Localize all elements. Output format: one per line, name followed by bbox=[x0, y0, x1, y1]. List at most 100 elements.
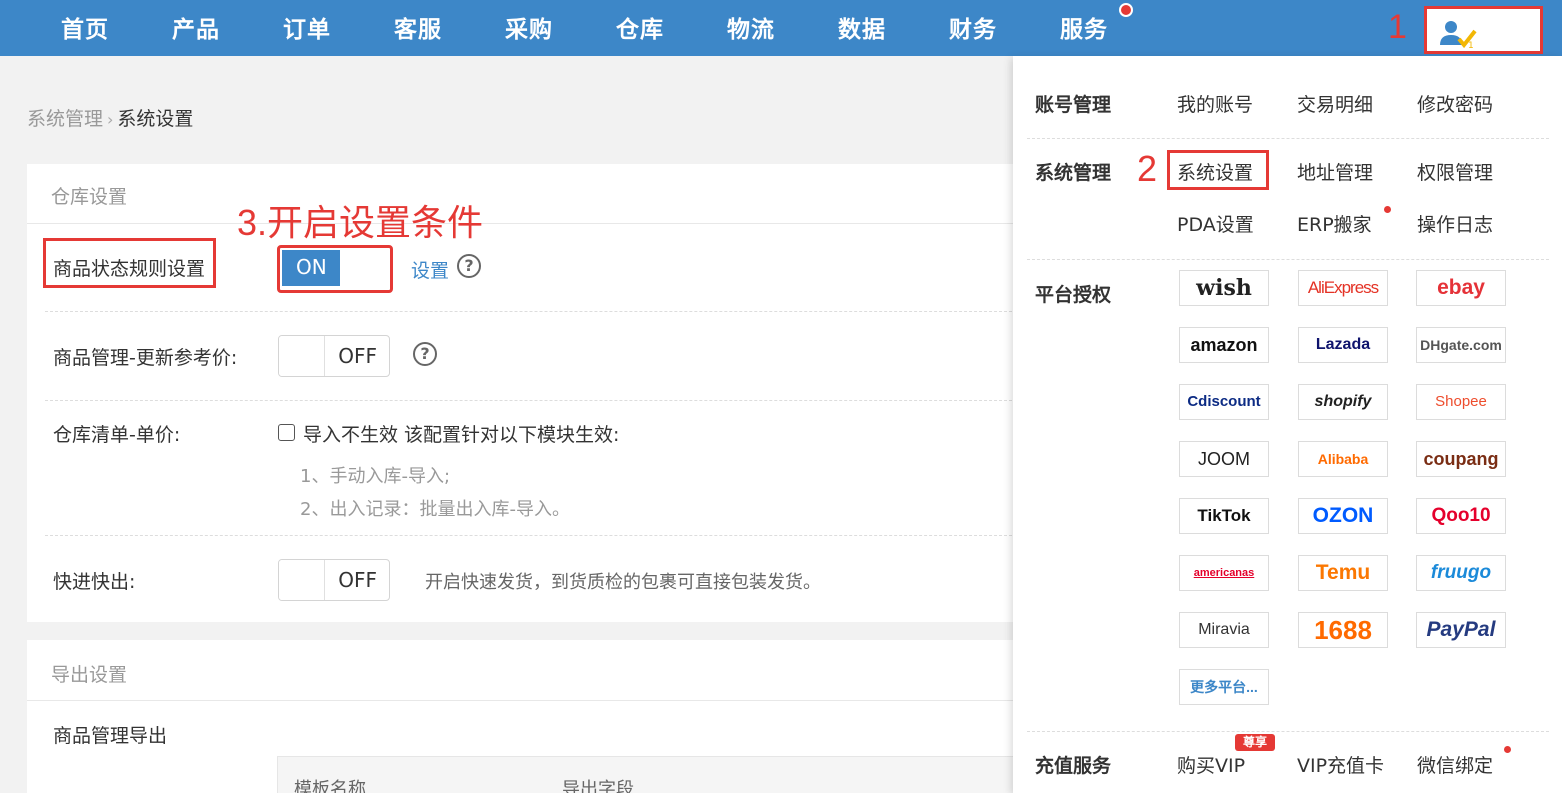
unit-price-label: 仓库清单-单价: bbox=[53, 424, 181, 446]
my-account-link[interactable]: 我的账号 bbox=[1177, 90, 1253, 117]
platform-logo-temu[interactable]: Temu bbox=[1298, 555, 1388, 591]
product-export-label: 商品管理导出 bbox=[53, 725, 168, 747]
address-management-link[interactable]: 地址管理 bbox=[1297, 158, 1373, 185]
platform-logo-joom[interactable]: JOOM bbox=[1179, 441, 1269, 477]
ref-price-label: 商品管理-更新参考价: bbox=[53, 347, 238, 369]
nav-item-warehouse[interactable]: 仓库 bbox=[616, 10, 664, 44]
nav-item-customer-service[interactable]: 客服 bbox=[394, 10, 442, 44]
user-dropdown-menu: 账号管理 我的账号 交易明细 修改密码 系统管理 2 系统设置 地址管理 权限管… bbox=[1013, 56, 1562, 793]
warehouse-settings-title: 仓库设置 bbox=[51, 186, 128, 208]
platform-logo-tiktok[interactable]: TikTok bbox=[1179, 498, 1269, 534]
export-settings-card: 导出设置 商品管理导出 模板名称 导出字段 bbox=[27, 640, 1017, 793]
import-invalid-checkbox[interactable] bbox=[278, 424, 295, 441]
platform-logo-alibaba[interactable]: Alibaba bbox=[1298, 441, 1388, 477]
annotation-step-1: 1 bbox=[1388, 8, 1407, 46]
fast-in-out-description: 开启快速发货，到货质检的包裹可直接包装发货。 bbox=[425, 572, 821, 593]
system-settings-link[interactable]: 系统设置 bbox=[1177, 158, 1253, 185]
platform-logo-coupang[interactable]: coupang bbox=[1416, 441, 1506, 477]
export-settings-title: 导出设置 bbox=[51, 664, 128, 686]
help-icon[interactable]: ? bbox=[413, 342, 437, 366]
nav-item-services[interactable]: 服务 bbox=[1060, 10, 1108, 44]
nav-item-finance[interactable]: 财务 bbox=[949, 10, 997, 44]
divider bbox=[45, 311, 1017, 312]
buy-vip-link[interactable]: 购买VIP bbox=[1177, 751, 1245, 778]
breadcrumb: 系统管理 › 系统设置 bbox=[27, 104, 193, 131]
fast-in-out-label: 快进快出: bbox=[53, 571, 136, 593]
help-icon[interactable]: ? bbox=[457, 254, 481, 278]
erp-migration-link[interactable]: ERP搬家 bbox=[1297, 210, 1372, 237]
platform-logo-qoo10[interactable]: Qoo10 bbox=[1416, 498, 1506, 534]
warehouse-settings-card: 仓库设置 3.开启设置条件 商品状态规则设置 ON 设置 ? 商品管理-更新参考… bbox=[27, 164, 1017, 622]
divider bbox=[1027, 138, 1549, 139]
divider bbox=[45, 535, 1017, 536]
divider bbox=[27, 223, 1017, 224]
platform-logo-ozon[interactable]: OZON bbox=[1298, 498, 1388, 534]
platform-logo-cdiscount[interactable]: Cdiscount bbox=[1179, 384, 1269, 420]
rule-settings-link[interactable]: 设置 bbox=[411, 256, 449, 283]
nav-item-data[interactable]: 数据 bbox=[838, 10, 886, 44]
annotation-step-2: 2 bbox=[1137, 148, 1158, 189]
user-menu-button[interactable]: 1 bbox=[1424, 6, 1543, 54]
permission-management-link[interactable]: 权限管理 bbox=[1417, 158, 1493, 185]
nav-item-orders[interactable]: 订单 bbox=[283, 10, 331, 44]
wechat-bind-link[interactable]: 微信绑定 bbox=[1417, 751, 1493, 778]
system-section-title: 系统管理 bbox=[1035, 162, 1112, 184]
vip-card-link[interactable]: VIP充值卡 bbox=[1297, 751, 1384, 778]
notification-dot bbox=[1384, 206, 1391, 213]
toggle-on-label: ON bbox=[296, 255, 327, 279]
column-export-fields: 导出字段 bbox=[562, 779, 634, 793]
platform-logo-shopify[interactable]: shopify bbox=[1298, 384, 1388, 420]
more-platforms-button[interactable]: 更多平台... bbox=[1179, 669, 1269, 705]
fast-in-out-toggle[interactable]: OFF bbox=[278, 559, 390, 601]
breadcrumb-current: 系统设置 bbox=[117, 108, 194, 130]
change-password-link[interactable]: 修改密码 bbox=[1417, 90, 1493, 117]
top-nav: 首页 产品 订单 客服 采购 仓库 物流 数据 财务 服务 1 1 bbox=[0, 0, 1562, 56]
toggle-knob bbox=[279, 560, 325, 600]
annotation-step-3: 3.开启设置条件 bbox=[237, 202, 484, 243]
product-status-rule-label: 商品状态规则设置 bbox=[53, 258, 206, 280]
platform-logo-amazon[interactable]: amazon bbox=[1179, 327, 1269, 363]
platform-logo-aliexpress[interactable]: AliExpress bbox=[1298, 270, 1388, 306]
vip-badge: 尊享 bbox=[1235, 734, 1275, 751]
column-template-name: 模板名称 bbox=[294, 779, 366, 793]
toggle-off-label: OFF bbox=[338, 344, 377, 368]
divider bbox=[1027, 731, 1549, 732]
nav-item-products[interactable]: 产品 bbox=[172, 10, 220, 44]
ref-price-toggle[interactable]: OFF bbox=[278, 335, 390, 377]
account-section-title: 账号管理 bbox=[1035, 94, 1112, 116]
platform-logo-paypal[interactable]: PayPal bbox=[1416, 612, 1506, 648]
divider bbox=[1027, 259, 1549, 260]
nav-item-home[interactable]: 首页 bbox=[61, 10, 109, 44]
platform-logo-shopee[interactable]: Shopee bbox=[1416, 384, 1506, 420]
nav-item-logistics[interactable]: 物流 bbox=[727, 10, 775, 44]
recharge-section-title: 充值服务 bbox=[1035, 755, 1112, 777]
toggle-off-label: OFF bbox=[338, 568, 377, 592]
platform-logo-miravia[interactable]: Miravia bbox=[1179, 612, 1269, 648]
product-status-rule-toggle[interactable]: ON bbox=[277, 245, 393, 293]
platform-logo-lazada[interactable]: Lazada bbox=[1298, 327, 1388, 363]
import-invalid-label: 导入不生效 该配置针对以下模块生效: bbox=[303, 424, 620, 446]
divider bbox=[27, 700, 1017, 701]
export-table-header: 模板名称 导出字段 bbox=[277, 756, 1017, 793]
nav-item-purchase[interactable]: 采购 bbox=[505, 10, 553, 44]
platform-logo-wish[interactable]: wish bbox=[1179, 270, 1269, 306]
chevron-right-icon: › bbox=[107, 110, 114, 129]
svg-text:1: 1 bbox=[1468, 41, 1474, 49]
breadcrumb-parent[interactable]: 系统管理 bbox=[27, 108, 103, 130]
transactions-link[interactable]: 交易明细 bbox=[1297, 90, 1373, 117]
notification-dot bbox=[1119, 3, 1133, 17]
divider bbox=[45, 400, 1017, 401]
platform-logo-fruugo[interactable]: fruugo bbox=[1416, 555, 1506, 591]
platform-section-title: 平台授权 bbox=[1035, 284, 1112, 306]
operation-log-link[interactable]: 操作日志 bbox=[1417, 210, 1493, 237]
unit-price-note-2: 2、出入记录：批量出入库-导入。 bbox=[300, 499, 570, 520]
platform-logo-1688[interactable]: 1688 bbox=[1298, 612, 1388, 648]
platform-logo-ebay[interactable]: ebay bbox=[1416, 270, 1506, 306]
pda-settings-link[interactable]: PDA设置 bbox=[1177, 210, 1254, 237]
platform-logo-americanas[interactable]: americanas bbox=[1179, 555, 1269, 591]
platform-logo-dhgate[interactable]: DHgate.com bbox=[1416, 327, 1506, 363]
user-icon: 1 bbox=[1440, 21, 1477, 49]
toggle-on-fill: ON bbox=[282, 250, 340, 286]
notification-dot bbox=[1504, 746, 1511, 753]
toggle-knob bbox=[279, 336, 325, 376]
